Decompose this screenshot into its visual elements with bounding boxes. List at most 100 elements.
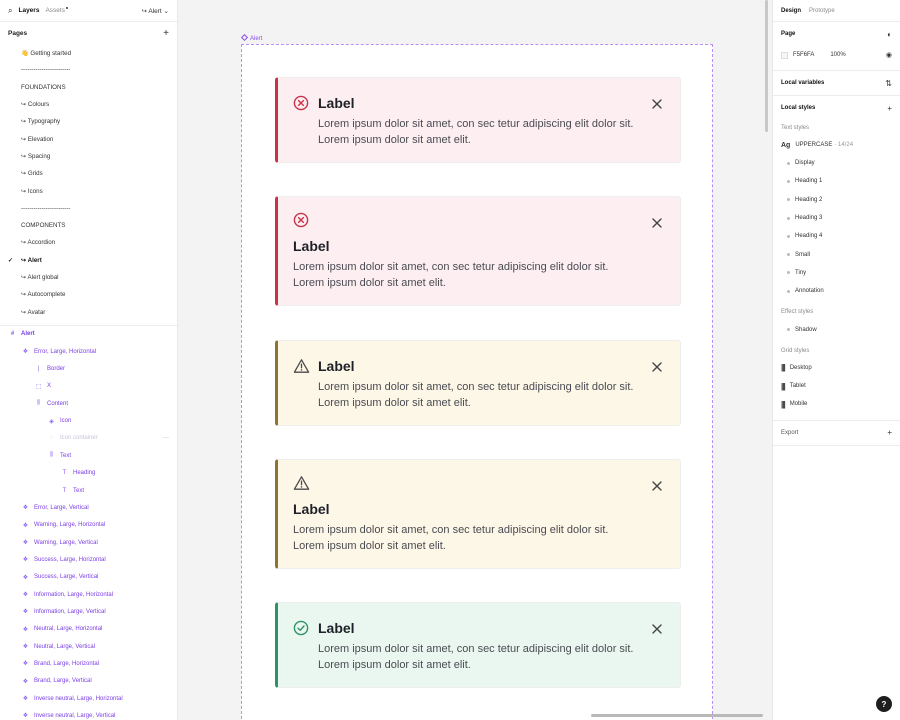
layer-item-label: Text	[60, 452, 72, 459]
text-style-item[interactable]: Tiny	[781, 264, 892, 282]
layer-item[interactable]: ⫼ Text	[0, 447, 177, 464]
local-variables-header[interactable]: Local variables ⇅	[781, 71, 892, 95]
layer-item[interactable]: ❖ Inverse neutral, Large, Horizontal	[0, 690, 177, 707]
frame-label[interactable]: Alert	[240, 33, 262, 42]
page-item[interactable]: ------------------------	[0, 200, 177, 217]
layer-item[interactable]: ❖ Success, Large, Horizontal	[0, 551, 177, 568]
style-bullet-icon	[787, 161, 790, 165]
close-icon[interactable]	[652, 96, 662, 109]
hidden-icon[interactable]: —	[163, 435, 169, 441]
grid-style-item[interactable]: ||| Mobile	[781, 395, 892, 413]
add-page-icon[interactable]: +	[163, 28, 169, 39]
close-icon[interactable]	[652, 478, 662, 491]
layer-item[interactable]: ❖ Information, Large, Horizontal	[0, 586, 177, 603]
layer-type-icon: ⫼	[50, 452, 53, 459]
layer-root-alert[interactable]: # Alert	[0, 326, 177, 343]
page-opacity-value[interactable]: 100%	[830, 52, 845, 58]
layer-item[interactable]: T Heading	[0, 465, 177, 482]
design-panel: Design Prototype Page ◐ F5F6FA 100% ◉ Lo…	[772, 0, 900, 720]
close-icon[interactable]	[652, 621, 662, 634]
page-item-label: ↪ Spacing	[21, 152, 51, 160]
layer-item[interactable]: ❖ Error, Large, Vertical	[0, 499, 177, 516]
style-bullet-icon	[787, 198, 790, 202]
page-item[interactable]: ↪ Colours	[0, 96, 177, 113]
text-style-item[interactable]: Heading 3	[781, 209, 892, 227]
page-item[interactable]: ↪ Autocomplete	[0, 286, 177, 303]
layer-item[interactable]: ⫼ Content	[0, 395, 177, 412]
page-item[interactable]: COMPONENTS	[0, 217, 177, 234]
page-item[interactable]: ------------------------	[0, 61, 177, 78]
layer-item[interactable]: ❖ Error, Large, Horizontal	[0, 343, 177, 360]
grid-icon: |||	[781, 399, 786, 409]
current-page-selector[interactable]: ↪ Alert ⌄	[141, 7, 169, 15]
canvas[interactable]: Alert Label Lorem ipsum dolor sit amet, c…	[178, 0, 772, 720]
page-item[interactable]: ↪ Grids	[0, 165, 177, 182]
vertical-scrollbar[interactable]	[765, 0, 768, 132]
export-header[interactable]: Export +	[781, 421, 892, 445]
layer-item[interactable]: T Text	[0, 482, 177, 499]
horizontal-scrollbar[interactable]	[591, 714, 763, 717]
text-style-item[interactable]: Heading 4	[781, 227, 892, 245]
page-item[interactable]: ↪ Icons	[0, 182, 177, 199]
local-variables-title: Local variables	[781, 80, 825, 86]
tab-assets[interactable]: Assets	[45, 7, 68, 14]
alert-heading: Label	[318, 620, 355, 636]
layer-item[interactable]: ◌ Icon container —	[0, 430, 177, 447]
text-style-item[interactable]: Heading 2	[781, 191, 892, 209]
page-item[interactable]: ↪ Typography	[0, 113, 177, 130]
text-style-item[interactable]: Small	[781, 245, 892, 263]
help-button[interactable]: ?	[876, 696, 892, 712]
layer-item[interactable]: ❖ Brand, Large, Horizontal	[0, 655, 177, 672]
alert-heading: Label	[318, 358, 355, 374]
color-swatch[interactable]	[781, 51, 788, 59]
layer-item[interactable]: ❖ Neutral, Large, Vertical	[0, 638, 177, 655]
layer-item[interactable]: ❖ Success, Large, Vertical	[0, 569, 177, 586]
text-style-item[interactable]: Display	[781, 154, 892, 172]
left-panel-tabs: ⌕ Layers Assets ↪ Alert ⌄	[0, 0, 177, 22]
search-icon[interactable]: ⌕	[8, 6, 12, 16]
layer-type-icon: ❖	[22, 678, 29, 685]
close-icon[interactable]	[652, 359, 662, 372]
add-export-icon[interactable]: +	[887, 428, 892, 437]
visibility-toggle-icon[interactable]: ◐	[887, 30, 892, 39]
close-icon[interactable]	[652, 215, 662, 228]
layer-item[interactable]: ❖ Inverse neutral, Large, Vertical	[0, 707, 177, 720]
page-item[interactable]: ↪ Elevation	[0, 130, 177, 147]
layer-item[interactable]: ❖ Information, Large, Vertical	[0, 603, 177, 620]
layer-item[interactable]: ◈ Icon	[0, 412, 177, 429]
grid-icon: |||	[781, 363, 786, 373]
page-item-label: ↪ Alert global	[21, 274, 59, 281]
page-item[interactable]: ↪ Spacing	[0, 148, 177, 165]
tab-design[interactable]: Design	[781, 8, 801, 14]
page-item[interactable]: ✓ ↪ Alert	[0, 252, 177, 269]
layer-item[interactable]: ❖ Neutral, Large, Horizontal	[0, 621, 177, 638]
check-circle-icon	[293, 620, 309, 641]
effect-style-item[interactable]: Shadow	[781, 320, 892, 338]
grid-style-item[interactable]: ||| Desktop	[781, 359, 892, 377]
tab-prototype[interactable]: Prototype	[809, 8, 835, 14]
alert-frame[interactable]: Label Lorem ipsum dolor sit amet, con sec…	[241, 44, 713, 720]
layer-item[interactable]: | Border	[0, 360, 177, 377]
page-color-value[interactable]: F5F6FA	[793, 52, 814, 58]
text-style-label: Small	[795, 251, 811, 258]
layer-item[interactable]: ⬚ X	[0, 378, 177, 395]
page-item[interactable]: ↪ Alert global	[0, 269, 177, 286]
grid-style-item[interactable]: ||| Tablet	[781, 377, 892, 395]
layer-item[interactable]: ❖ Brand, Large, Vertical	[0, 673, 177, 690]
page-item[interactable]: ↪ Avatar	[0, 303, 177, 320]
check-icon: ✓	[8, 257, 14, 264]
eye-icon[interactable]: ◉	[886, 51, 892, 59]
text-style-uppercase[interactable]: Ag UPPERCASE · 14/24	[781, 136, 892, 154]
sliders-icon[interactable]: ⇅	[885, 79, 892, 88]
text-style-item[interactable]: Annotation	[781, 282, 892, 300]
layer-item[interactable]: ❖ Warning, Large, Vertical	[0, 534, 177, 551]
page-item[interactable]: FOUNDATIONS	[0, 79, 177, 96]
page-color-row[interactable]: F5F6FA 100% ◉	[781, 46, 892, 64]
page-item[interactable]: ↪ Accordion	[0, 234, 177, 251]
page-item[interactable]: 👋 Getting started	[0, 44, 177, 61]
tab-layers[interactable]: Layers	[18, 7, 39, 14]
add-style-icon[interactable]: +	[887, 104, 892, 113]
text-style-item[interactable]: Heading 1	[781, 172, 892, 190]
layer-item-label: Information, Large, Horizontal	[34, 591, 114, 598]
layer-item[interactable]: ❖ Warning, Large, Horizontal	[0, 517, 177, 534]
